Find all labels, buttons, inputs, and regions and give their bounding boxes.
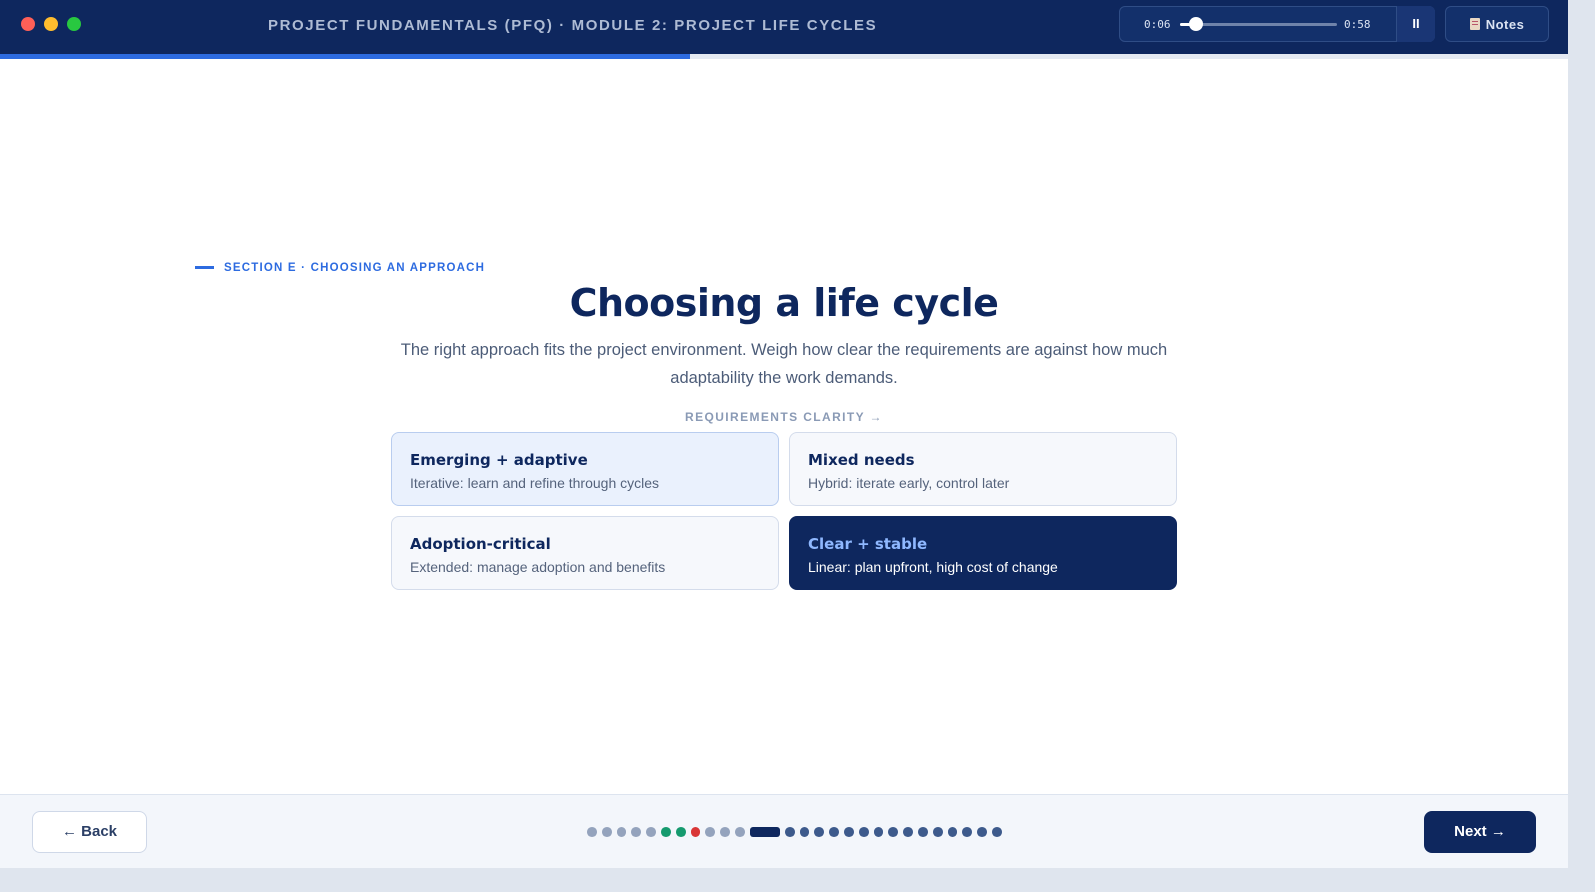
section-accent-line bbox=[195, 266, 214, 269]
card-description: Hybrid: iterate early, control later bbox=[808, 475, 1010, 491]
slide-dot-8[interactable] bbox=[690, 827, 701, 837]
slide-dot-2[interactable] bbox=[601, 827, 612, 837]
slide-dot-25[interactable] bbox=[962, 827, 973, 837]
slide-dot-3[interactable] bbox=[616, 827, 627, 837]
slide-dot-13[interactable] bbox=[784, 827, 795, 837]
card-title: Mixed needs bbox=[808, 451, 915, 469]
lesson-window: PROJECT FUNDAMENTALS (PFQ) · MODULE 2: P… bbox=[0, 0, 1568, 868]
card-description: Iterative: learn and refine through cycl… bbox=[410, 475, 660, 491]
slide-dot-10[interactable] bbox=[720, 827, 730, 837]
page-subtitle: The right approach fits the project envi… bbox=[400, 341, 1168, 387]
total-time: 0:58 bbox=[1344, 18, 1371, 31]
card-title: Emerging + adaptive bbox=[410, 451, 588, 469]
current-time: 0:06 bbox=[1144, 18, 1171, 31]
slide-dot-14[interactable] bbox=[799, 827, 810, 837]
next-button[interactable]: Next → bbox=[1424, 811, 1536, 853]
slide-dot-4[interactable] bbox=[631, 827, 642, 837]
slide-dot-6[interactable] bbox=[660, 827, 671, 837]
card-title: Clear + stable bbox=[808, 535, 928, 553]
slide-dot-27[interactable] bbox=[991, 827, 1002, 837]
course-title: PROJECT FUNDAMENTALS (PFQ) · MODULE 2: P… bbox=[268, 17, 878, 34]
section-label: SECTION E · CHOOSING AN APPROACH bbox=[224, 262, 486, 274]
notepad-icon bbox=[1469, 18, 1480, 30]
slide-dot-24[interactable] bbox=[947, 827, 958, 837]
slide-dots bbox=[587, 827, 1002, 837]
course-progress-fill bbox=[0, 54, 690, 59]
page-title: Choosing a life cycle bbox=[569, 281, 999, 325]
title-bar: PROJECT FUNDAMENTALS (PFQ) · MODULE 2: P… bbox=[0, 0, 1568, 54]
notes-button[interactable]: Notes bbox=[1445, 6, 1549, 42]
slide-dot-7[interactable] bbox=[675, 827, 686, 837]
back-button[interactable]: ← Back bbox=[32, 811, 147, 853]
slide-dot-23[interactable] bbox=[932, 827, 943, 837]
card-description: Linear: plan upfront, high cost of chang… bbox=[808, 559, 1058, 575]
pause-icon: II bbox=[1412, 16, 1420, 31]
slide-dot-15[interactable] bbox=[814, 827, 825, 837]
audio-player: 0:06 0:58 II bbox=[1119, 6, 1435, 42]
card-mixed-needs[interactable]: Mixed needs Hybrid: iterate early, contr… bbox=[789, 432, 1177, 506]
minimize-window-button[interactable] bbox=[44, 17, 58, 31]
pause-button[interactable]: II bbox=[1396, 6, 1435, 42]
slide-dot-18[interactable] bbox=[858, 827, 869, 837]
slide-dot-19[interactable] bbox=[873, 827, 884, 837]
course-progress-bar bbox=[0, 54, 1568, 59]
slide-dot-11[interactable] bbox=[734, 827, 745, 837]
card-title: Adoption-critical bbox=[410, 535, 551, 553]
card-clear-stable[interactable]: Clear + stable Linear: plan upfront, hig… bbox=[789, 516, 1177, 590]
footer-nav: ← Back Next → bbox=[0, 794, 1568, 868]
slide-dot-17[interactable] bbox=[843, 827, 854, 837]
slide-dot-1[interactable] bbox=[587, 827, 597, 837]
slide-dot-12[interactable] bbox=[749, 827, 780, 837]
slide-dot-9[interactable] bbox=[705, 827, 716, 837]
slide-dot-5[interactable] bbox=[646, 827, 656, 837]
slide-dot-26[interactable] bbox=[977, 827, 987, 837]
slide-dot-21[interactable] bbox=[903, 827, 913, 837]
notes-label: Notes bbox=[1485, 16, 1525, 32]
slide-dot-16[interactable] bbox=[829, 827, 839, 837]
slide-dot-22[interactable] bbox=[917, 827, 928, 837]
card-adoption-critical[interactable]: Adoption-critical Extended: manage adopt… bbox=[391, 516, 779, 590]
slide-dot-20[interactable] bbox=[888, 827, 899, 837]
maximize-window-button[interactable] bbox=[67, 17, 81, 31]
axis-label: REQUIREMENTS CLARITY → bbox=[685, 410, 883, 424]
card-emerging-adaptive[interactable]: Emerging + adaptive Iterative: learn and… bbox=[391, 432, 779, 506]
close-window-button[interactable] bbox=[21, 17, 35, 31]
seek-bar[interactable] bbox=[1180, 17, 1337, 31]
seek-thumb[interactable] bbox=[1188, 17, 1203, 31]
card-description: Extended: manage adoption and benefits bbox=[410, 559, 666, 575]
